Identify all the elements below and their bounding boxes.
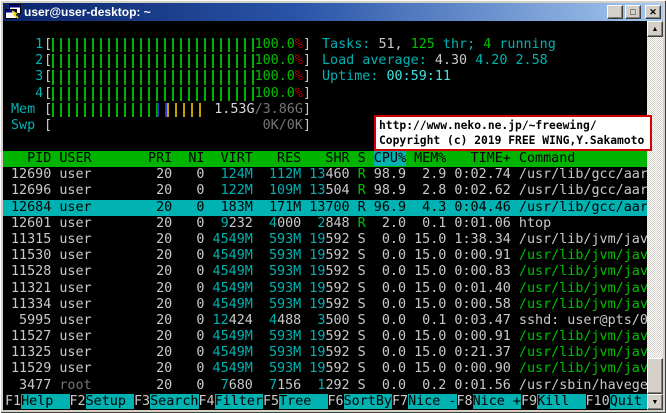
- fkey-f5[interactable]: F5Tree: [263, 393, 328, 409]
- maximize-button[interactable]: □: [625, 5, 641, 19]
- fkey-f9[interactable]: F9Kill: [521, 393, 586, 409]
- scroll-up-icon: ▲: [651, 25, 659, 33]
- fkey-f1[interactable]: F1Help: [5, 393, 70, 409]
- swap-meter: Swp [0K/0K]: [11, 117, 311, 135]
- fkey-f10[interactable]: F10Quit: [586, 393, 647, 409]
- scroll-down-button[interactable]: ▼: [647, 394, 663, 410]
- scroll-up-button[interactable]: ▲: [647, 21, 663, 37]
- scrollbar-track[interactable]: [647, 37, 663, 394]
- process-row[interactable]: 11321 user 20 0 4549M 593M 19592 S 0.0 1…: [3, 281, 647, 297]
- fkey-f4[interactable]: F4Filter: [199, 393, 263, 409]
- summary-panel: Tasks: 51, 125 thr; 4 running Load avera…: [322, 37, 556, 86]
- minimize-button[interactable]: _: [607, 5, 623, 20]
- fkey-f2[interactable]: F2Setup: [70, 393, 134, 409]
- function-key-bar: F1Help F2Setup F3SearchF4FilterF5Tree F6…: [3, 393, 647, 410]
- process-row[interactable]: 11325 user 20 0 4549M 593M 19592 S 0.0 1…: [3, 345, 647, 361]
- process-row[interactable]: 5995 user 20 0 12424 4488 3500 S 0.0 0.1…: [3, 313, 647, 329]
- minimize-icon: _: [612, 10, 618, 20]
- meters-panel: 1[100.0%] 2[100.0%] 3[100.0%] 4[100.0%] M…: [11, 37, 311, 135]
- terminal-window: user@user-desktop: ~ _ □ ✕ 1[100.0%] 2[1…: [0, 0, 666, 413]
- scroll-down-icon: ▼: [651, 398, 659, 406]
- cpu2-meter: 2[100.0%]: [11, 53, 311, 70]
- close-icon: ✕: [649, 6, 657, 17]
- uptime-line: Uptime: 00:59:11: [322, 69, 451, 85]
- memory-meter: Mem [1.53G/3.86G]: [11, 101, 311, 118]
- cpu4-meter: 4[100.0%]: [11, 85, 311, 102]
- tasks-line: Tasks: 51, 125 thr; 4 running: [322, 37, 556, 52]
- fkey-f6[interactable]: F6SortBy: [328, 393, 392, 409]
- watermark-copyright: Copyright (c) 2019 FREE WING,Y.Sakamoto: [379, 134, 645, 147]
- process-row[interactable]: 11527 user 20 0 4549M 593M 19592 S 0.0 1…: [3, 329, 647, 345]
- process-row[interactable]: 11530 user 20 0 4549M 593M 19592 S 0.0 1…: [3, 248, 647, 264]
- putty-icon: [5, 4, 21, 20]
- fkey-f8[interactable]: F8Nice +: [457, 393, 521, 409]
- process-row[interactable]: 12601 user 20 0 9232 4000 2848 R 2.0 0.1…: [3, 216, 647, 232]
- watermark-url: http://www.neko.ne.jp/~freewing/: [379, 119, 597, 132]
- process-table: PID USER PRI NI VIRT RES SHR S CPU% MEM%…: [3, 151, 647, 394]
- process-row[interactable]: 11334 user 20 0 4549M 593M 19592 S 0.0 1…: [3, 297, 647, 313]
- load-average-line: Load average: 4.30 4.20 2.58: [322, 53, 548, 69]
- fkey-f3[interactable]: F3Search: [134, 393, 199, 409]
- cpu1-meter: 1[100.0%]: [11, 37, 311, 54]
- process-row[interactable]: 11529 user 20 0 4549M 593M 19592 S 0.0 1…: [3, 361, 647, 377]
- close-button[interactable]: ✕: [645, 5, 661, 19]
- cpu3-meter: 3[100.0%]: [11, 69, 311, 86]
- scrollbar-thumb[interactable]: [647, 358, 663, 394]
- maximize-icon: □: [630, 7, 636, 17]
- window-title: user@user-desktop: ~: [24, 4, 151, 19]
- process-row[interactable]: 3477 root 20 0 7680 7156 1292 S 0.0 0.2 …: [3, 378, 647, 394]
- process-row[interactable]: 12696 user 20 0 122M 109M 13504 R 98.9 2…: [3, 183, 647, 199]
- process-row[interactable]: 12684 user 20 0 183M 171M 13700 R 96.9 4…: [3, 199, 647, 216]
- process-row[interactable]: 12690 user 20 0 124M 112M 13460 R 98.9 2…: [3, 167, 647, 183]
- process-row[interactable]: 11315 user 20 0 4549M 593M 19592 S 0.0 1…: [3, 232, 647, 248]
- watermark-overlay: http://www.neko.ne.jp/~freewing/ Copyrig…: [374, 115, 652, 151]
- window-controls: _ □ ✕: [607, 5, 661, 20]
- titlebar[interactable]: user@user-desktop: ~ _ □ ✕: [3, 3, 663, 21]
- table-header-row[interactable]: PID USER PRI NI VIRT RES SHR S CPU% MEM%…: [3, 151, 647, 168]
- fkey-f7[interactable]: F7Nice -: [392, 393, 457, 409]
- terminal-screen[interactable]: 1[100.0%] 2[100.0%] 3[100.0%] 4[100.0%] M…: [3, 21, 647, 410]
- process-row[interactable]: 11528 user 20 0 4549M 593M 19592 S 0.0 1…: [3, 264, 647, 280]
- scrollbar[interactable]: ▲ ▼: [647, 21, 663, 410]
